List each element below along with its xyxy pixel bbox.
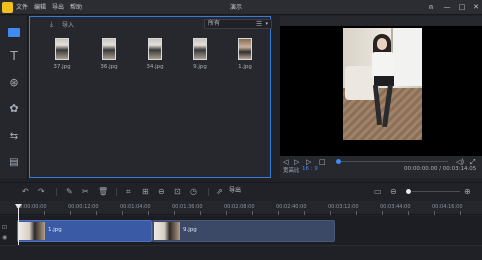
overlays-icon: ✿: [9, 101, 19, 115]
timecode: 00:00:00.00 / 00:03:14.05: [404, 166, 477, 172]
lock-icon[interactable]: ⊡: [2, 224, 7, 231]
media-item[interactable]: [143, 38, 167, 62]
menu-bar: 文件 编辑 导出 帮助: [16, 2, 82, 13]
menu-edit[interactable]: 编辑: [34, 2, 46, 13]
split-icon[interactable]: ⊖: [158, 186, 165, 198]
app-logo: [2, 2, 13, 13]
progress-handle[interactable]: [336, 159, 341, 164]
undo-icon[interactable]: ↶: [22, 186, 29, 198]
cut-icon[interactable]: ✂: [82, 186, 89, 198]
divider: [208, 188, 209, 196]
ruler-label: 00:01:36:00: [172, 204, 203, 210]
divider: [56, 188, 57, 196]
media-item-name: 36.jpg: [100, 64, 118, 70]
freeze-icon[interactable]: ⊡: [174, 186, 181, 198]
aspect-ratio-label: 宽高比: [283, 168, 300, 174]
audio-track[interactable]: [0, 245, 482, 260]
screenshot-icon[interactable]: ▭: [374, 186, 382, 198]
transitions-icon: ⇆: [9, 130, 19, 142]
preview-image: [343, 28, 422, 140]
import-button[interactable]: 导入: [62, 20, 74, 29]
elements-tab[interactable]: ▤: [4, 154, 24, 170]
crop-icon[interactable]: ⌗: [126, 186, 131, 198]
transitions-tab[interactable]: ⇆: [4, 128, 24, 144]
clip-label: 1.jpg: [48, 227, 62, 233]
redo-icon[interactable]: ↷: [38, 186, 45, 198]
aspect-ratio-value[interactable]: 16 : 9: [302, 166, 318, 172]
thumbnail: [148, 38, 162, 60]
media-item[interactable]: [50, 38, 74, 62]
duration-icon[interactable]: ◷: [190, 186, 197, 198]
thumbnail: [102, 38, 116, 60]
filter-value: 所有: [208, 20, 221, 27]
ruler-label: 00:02:08:00: [224, 204, 255, 210]
clip-thumbnail: [154, 222, 180, 240]
eye-icon[interactable]: ◉: [2, 234, 7, 241]
media-item-name: 37.jpg: [53, 64, 71, 70]
menu-file[interactable]: 文件: [16, 2, 28, 13]
media-icon: [8, 27, 20, 37]
ruler-label: 00:00:12:00: [68, 204, 99, 210]
clip-label: 9.jpg: [183, 227, 197, 233]
list-view-icon[interactable]: ☰: [256, 20, 262, 28]
divider: [116, 188, 117, 196]
media-item[interactable]: [97, 38, 121, 62]
zoom-slider[interactable]: [412, 191, 460, 192]
user-icon[interactable]: ⍝: [424, 1, 438, 14]
thumbnail: [55, 38, 69, 60]
zoom-in-icon[interactable]: ⊕: [464, 186, 471, 198]
text-icon: T: [10, 49, 18, 63]
ruler-label: 00:04:16:00: [432, 204, 463, 210]
timeline-ruler[interactable]: 00:00:00:00 00:00:12:00 00:01:04:00 00:0…: [0, 201, 482, 215]
timeline-clip[interactable]: 1.jpg: [17, 220, 152, 242]
track-header: ⊡ ◉: [0, 216, 16, 244]
ruler-label: 00:01:04:00: [120, 204, 151, 210]
preview-panel: ◁ ▷ ▷ □ ◁) ⤢ 宽高比 16 : 9 00:00:00.00 / 00…: [280, 16, 482, 178]
edit-icon[interactable]: ✎: [66, 186, 73, 198]
export-button[interactable]: 导出: [229, 185, 241, 194]
ruler-label: 00:03:12:00: [328, 204, 359, 210]
maximize-button[interactable]: □: [455, 1, 469, 14]
thumbnail: [193, 38, 207, 60]
menu-help[interactable]: 帮助: [70, 2, 82, 13]
ruler-label: 00:03:44:00: [380, 204, 411, 210]
filters-tab[interactable]: ⊛: [4, 74, 24, 90]
title-bar: 文件 编辑 导出 帮助 演示 ⍝ — □ ✕: [0, 0, 482, 15]
media-item-name: 34.jpg: [146, 64, 164, 70]
zoom-handle[interactable]: [406, 189, 411, 194]
media-item[interactable]: [188, 38, 212, 62]
playhead[interactable]: [18, 205, 19, 245]
thumbnail: [238, 38, 252, 60]
preview-screen: [280, 26, 482, 156]
media-library: ⤓ 导入 所有 ▾ ☰ 37.jpg 36.jpg 34.jpg 9.jpg 1…: [29, 16, 272, 178]
close-button[interactable]: ✕: [469, 1, 482, 14]
stop-icon[interactable]: □: [319, 156, 326, 168]
sidebar: T ⊛ ✿ ⇆ ▤: [0, 16, 28, 178]
zoom-out-icon[interactable]: ⊖: [390, 186, 397, 198]
media-item-name: 1.jpg: [238, 64, 252, 70]
text-tab[interactable]: T: [4, 48, 24, 64]
delete-icon[interactable]: 🗑: [98, 186, 108, 198]
media-item-name: 9.jpg: [193, 64, 207, 70]
filters-icon: ⊛: [9, 75, 19, 89]
mosaic-icon[interactable]: ⊞: [142, 186, 149, 198]
minimize-button[interactable]: —: [440, 1, 454, 14]
media-header: ⤓ 导入 所有 ▾ ☰: [30, 17, 272, 31]
import-icon[interactable]: ⤓: [50, 20, 53, 29]
export-icon[interactable]: ⇗: [216, 186, 223, 198]
overlays-tab[interactable]: ✿: [4, 100, 24, 116]
chevron-down-icon: ▾: [265, 21, 268, 27]
media-item[interactable]: [233, 38, 257, 62]
menu-export[interactable]: 导出: [52, 2, 64, 13]
clip-thumbnail: [19, 222, 45, 240]
ruler-label: 00:02:40:00: [276, 204, 307, 210]
window-title: 演示: [230, 4, 243, 11]
elements-icon: ▤: [9, 156, 19, 168]
media-tab[interactable]: [4, 24, 24, 40]
timeline-clip[interactable]: 9.jpg: [152, 220, 335, 242]
progress-track[interactable]: [338, 161, 448, 162]
